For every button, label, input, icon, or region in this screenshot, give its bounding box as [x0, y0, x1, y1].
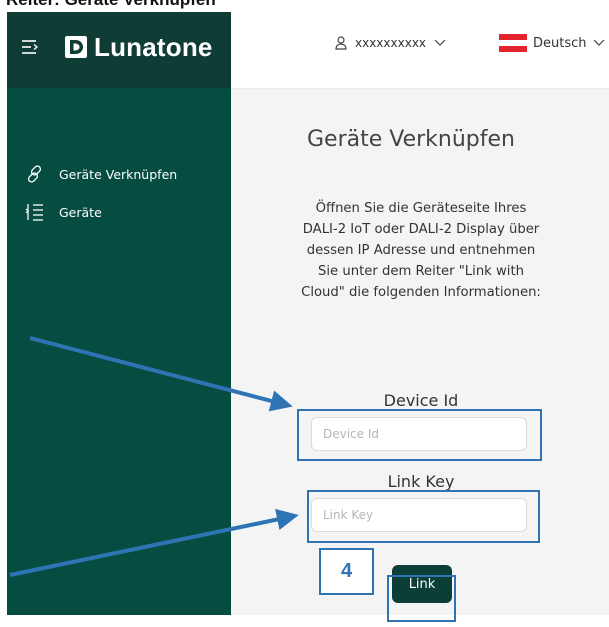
austria-flag-icon: [499, 34, 527, 52]
sidebar-item-label: Geräte Verknüpfen: [59, 166, 178, 182]
link-button-highlight-box: [387, 575, 456, 622]
user-menu[interactable]: xxxxxxxxxx: [335, 36, 446, 50]
brand-name: Lunatone: [94, 32, 213, 62]
menu-icon[interactable]: [21, 37, 39, 57]
language-selector[interactable]: Deutsch: [499, 34, 605, 52]
page-title: Geräte Verknüpfen: [306, 127, 515, 152]
lunatone-logo-icon: [65, 36, 87, 58]
link-key-label: Link Key: [387, 472, 455, 491]
chevron-down-icon: [593, 39, 604, 46]
brand-logo[interactable]: Lunatone: [65, 34, 213, 60]
link-icon: [27, 165, 42, 183]
device-id-highlight-box: [297, 409, 542, 461]
user-icon: [335, 36, 347, 50]
sidebar-item-label: Geräte: [59, 204, 102, 220]
step-number-marker: 4: [319, 548, 374, 595]
device-id-label: Device Id: [383, 391, 459, 410]
instruction-text: Öffnen Sie die Geräteseite Ihres DALI-2 …: [301, 201, 541, 300]
sidebar: Geräte Verknüpfen Geräte: [7, 88, 231, 615]
user-name: xxxxxxxxxx: [355, 36, 427, 50]
top-bar: xxxxxxxxxx Deutsch: [231, 12, 609, 89]
chevron-down-icon: [434, 39, 446, 46]
brand-header: Lunatone: [7, 12, 231, 88]
sidebar-item-geraete[interactable]: Geräte: [25, 202, 102, 222]
link-key-highlight-box: [307, 490, 540, 543]
document-heading: Reiter: Geräte Verknüpfen: [6, 0, 216, 10]
sidebar-item-geraete-verknuepfen[interactable]: Geräte Verknüpfen: [25, 164, 177, 184]
device-list-icon: [25, 204, 43, 221]
language-label: Deutsch: [533, 35, 587, 51]
